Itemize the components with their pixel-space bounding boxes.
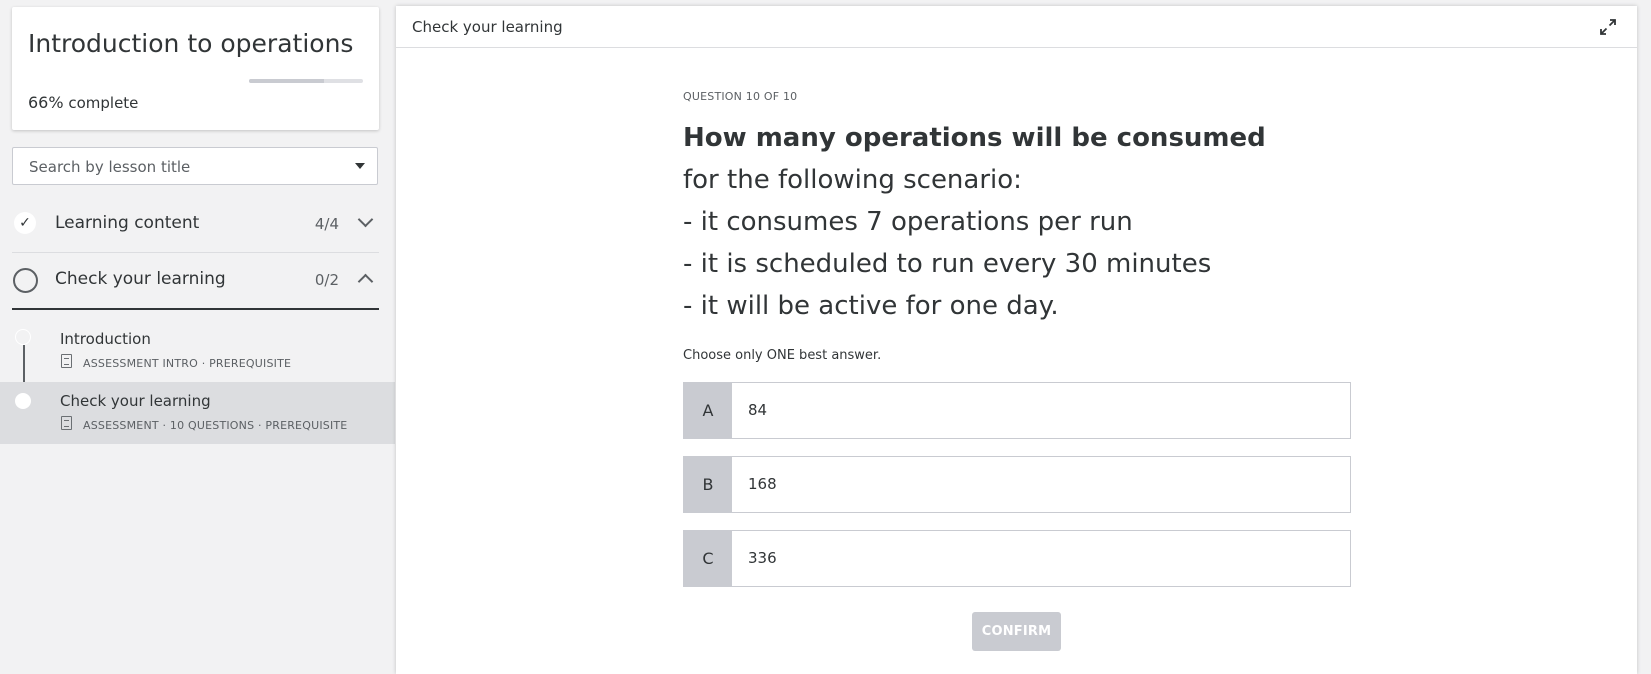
question-line: - it is scheduled to run every 30 minute… [683, 249, 1212, 279]
main-header: Check your learning [396, 6, 1637, 48]
question-bold: How many operations will be consumed [683, 123, 1266, 153]
lesson-type: ASSESSMENT INTRO [83, 357, 198, 370]
lesson-tag: PREREQUISITE [265, 419, 348, 432]
progress-text: 66% complete [28, 93, 138, 112]
lesson-item-check-your-learning[interactable]: Check your learning ASSESSMENT · 10 QUES… [0, 382, 395, 444]
lesson-item-introduction[interactable]: Introduction ASSESSMENT INTRO · PREREQUI… [0, 320, 395, 382]
progress-bar [249, 79, 363, 83]
lesson-meta: ASSESSMENT INTRO · PREREQUISITE [83, 357, 292, 370]
progress-bar-fill [249, 79, 325, 83]
section-check-your-learning[interactable]: Check your learning 0/2 [12, 252, 379, 310]
caret-down-icon [355, 163, 365, 169]
option-letter: B [684, 457, 732, 512]
section-count: 4/4 [314, 215, 339, 233]
chevron-down-icon[interactable] [357, 211, 374, 228]
lesson-meta: ASSESSMENT · 10 QUESTIONS · PREREQUISITE [83, 419, 348, 432]
lesson-search-placeholder: Search by lesson title [29, 158, 191, 176]
lesson-title: Check your learning [60, 392, 211, 410]
lesson-type: ASSESSMENT [83, 419, 159, 432]
question-block: QUESTION 10 OF 10 How many operations wi… [683, 90, 1353, 327]
question-text: How many operations will be consumed for… [683, 117, 1303, 327]
option-value: 336 [748, 549, 777, 567]
progress-label: complete [68, 94, 139, 112]
sidebar: Introduction to operations 66% complete … [0, 0, 395, 674]
course-title: Introduction to operations [28, 29, 354, 58]
document-icon [61, 354, 72, 368]
answer-instruction: Choose only ONE best answer. [683, 348, 882, 363]
expand-icon[interactable] [1599, 18, 1617, 36]
answer-option-b[interactable]: B 168 [683, 456, 1351, 513]
question-number: QUESTION 10 OF 10 [683, 90, 798, 103]
assessment-icon [61, 416, 72, 430]
check-icon: ✓ [14, 212, 36, 234]
answer-option-c[interactable]: C 336 [683, 530, 1351, 587]
answer-option-a[interactable]: A 84 [683, 382, 1351, 439]
option-letter: A [684, 383, 732, 438]
progress-percent: 66% [28, 93, 64, 112]
chevron-up-icon[interactable] [357, 273, 374, 290]
question-line: - it consumes 7 operations per run [683, 207, 1133, 237]
section-learning-content[interactable]: ✓ Learning content 4/4 [12, 196, 379, 253]
option-letter: C [684, 531, 732, 586]
empty-circle-icon [13, 268, 38, 293]
section-count: 0/2 [314, 271, 339, 289]
lesson-search-select[interactable]: Search by lesson title [12, 147, 378, 185]
question-rest: for the following scenario: [683, 165, 1022, 195]
lesson-title: Introduction [60, 330, 151, 348]
lesson-status-dot-icon [15, 393, 31, 409]
main-header-title: Check your learning [412, 18, 563, 36]
section-title: Check your learning [55, 269, 226, 289]
option-value: 84 [748, 401, 768, 419]
lesson-question-count: 10 QUESTIONS [169, 419, 255, 432]
main-panel: Check your learning QUESTION 10 OF 10 Ho… [396, 6, 1637, 674]
section-title: Learning content [55, 213, 200, 233]
lesson-tag: PREREQUISITE [209, 357, 292, 370]
option-value: 168 [748, 475, 777, 493]
course-card: Introduction to operations 66% complete [12, 7, 379, 130]
question-line: - it will be active for one day. [683, 291, 1059, 321]
confirm-button[interactable]: CONFIRM [972, 612, 1061, 651]
